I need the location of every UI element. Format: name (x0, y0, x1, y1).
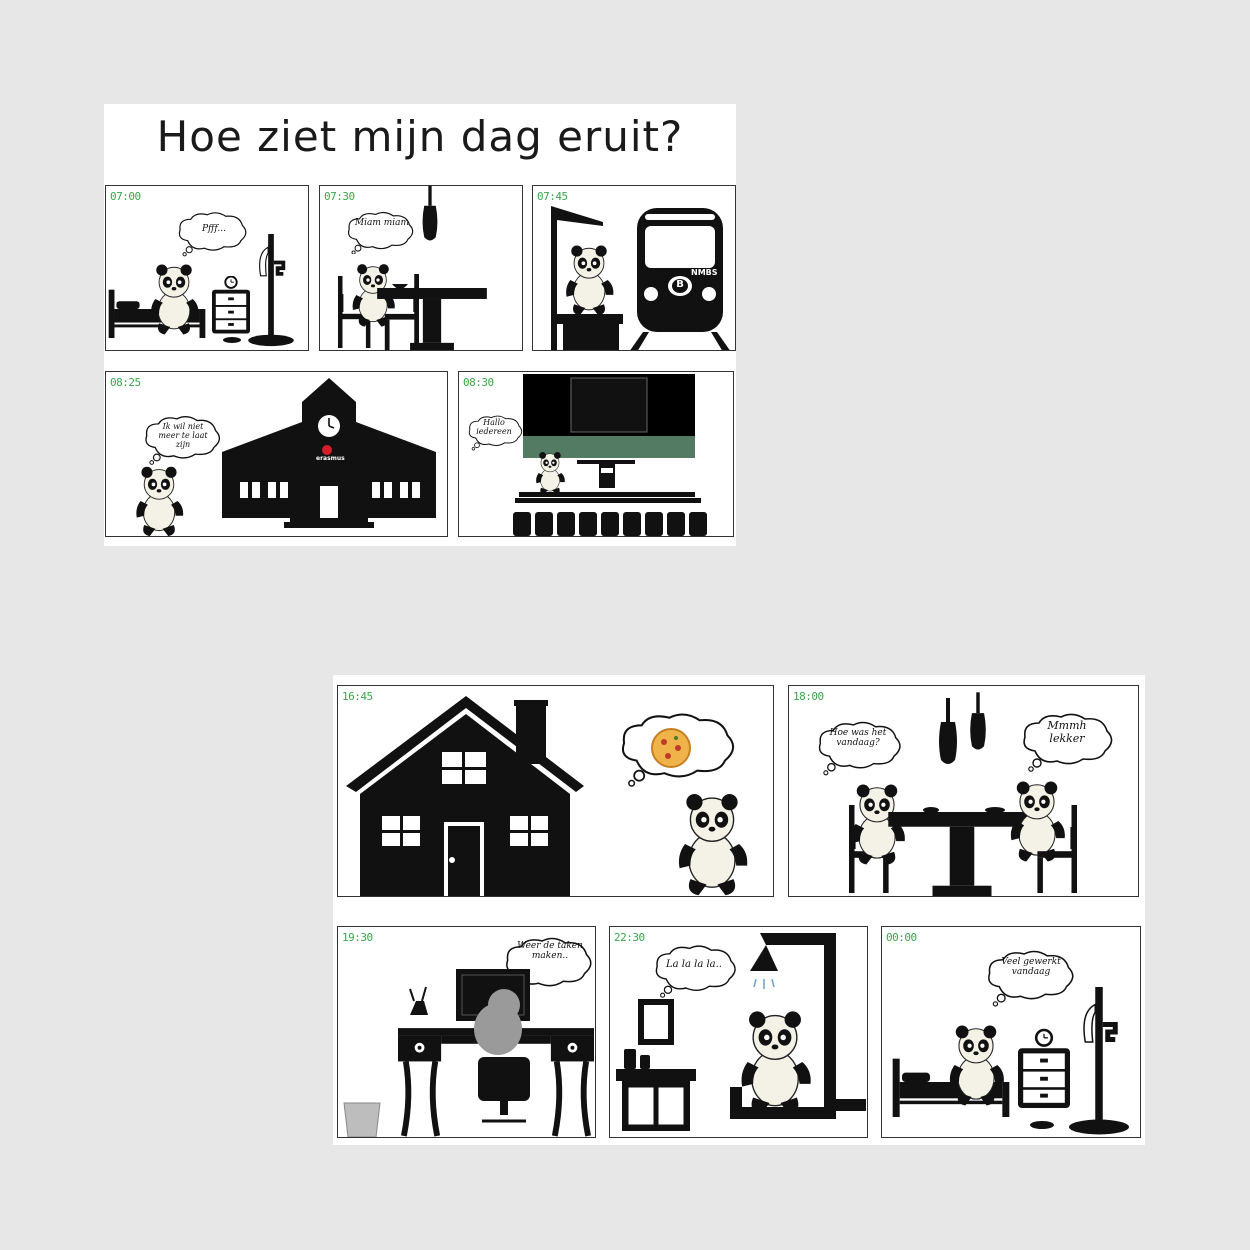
panel-school-building: 08:25 Ik wil niet meer te laat zijn eras… (105, 371, 448, 537)
dinner-scene (818, 692, 1113, 896)
panel-time: 16:45 (342, 690, 373, 703)
classroom-scene (468, 374, 707, 536)
page-title: Hoe ziet mijn dag eruit? (156, 112, 684, 161)
house-scene (346, 696, 749, 896)
speech-bubble-text: Hallo iedereen (476, 418, 512, 437)
panel-time: 19:30 (342, 931, 373, 944)
panel-time: 22:30 (614, 931, 645, 944)
panel-coming-home: 16:45 (337, 685, 774, 897)
panel-classroom: 08:30 Hallo iedereen (458, 371, 734, 537)
panel-time: 08:30 (463, 376, 494, 389)
wake-up-scene (108, 212, 296, 348)
panel-time: 18:00 (793, 690, 824, 703)
speech-bubble-text-right: Mmmh lekker (1047, 719, 1087, 745)
panel-time: 08:25 (110, 376, 141, 389)
comic-sheet-evening: 16:45 18:00 Hoe was het vandaag? Mmmh le… (333, 675, 1145, 1145)
comic-sheet-morning: Hoe ziet mijn dag eruit? 07:00 Pfff... 0… (104, 104, 736, 546)
speech-bubble-text: Miam miam (354, 218, 410, 228)
train-sign-text: NMBS (691, 268, 718, 277)
speech-bubble-text: Veel gewerkt vandaag (1001, 957, 1061, 978)
school-scene (135, 378, 436, 536)
speech-bubble-text: Pfff... (201, 224, 227, 234)
panel-wake-up: 07:00 Pfff... (105, 185, 309, 351)
school-sign-text: erasmus (316, 455, 345, 462)
breakfast-scene (338, 186, 487, 350)
panel-dinner: 18:00 Hoe was het vandaag? Mmmh lekker (788, 685, 1139, 897)
panel-go-to-bed: 00:00 Veel gewerkt vandaag (881, 926, 1141, 1138)
panel-train-station: 07:45 NMBS B (532, 185, 736, 351)
panel-homework: 19:30 Weer de taken maken.. (337, 926, 596, 1138)
panel-time: 07:00 (110, 190, 141, 203)
panel-time: 07:45 (537, 190, 568, 203)
panel-time: 07:30 (324, 190, 355, 203)
panel-shower: 22:30 La la la la.. (609, 926, 868, 1138)
shower-scene (616, 933, 866, 1131)
speech-bubble-text: Weer de taken maken.. (517, 941, 583, 962)
panel-breakfast: 07:30 Miam miam (319, 185, 523, 351)
panel-time: 00:00 (886, 931, 917, 944)
speech-bubble-text-left: Hoe was het vandaag? (829, 728, 887, 749)
nmbs-logo-letter: B (676, 279, 684, 290)
speech-bubble-text: La la la la.. (666, 959, 722, 970)
speech-bubble-text: Ik wil niet meer te laat zijn (158, 422, 208, 450)
